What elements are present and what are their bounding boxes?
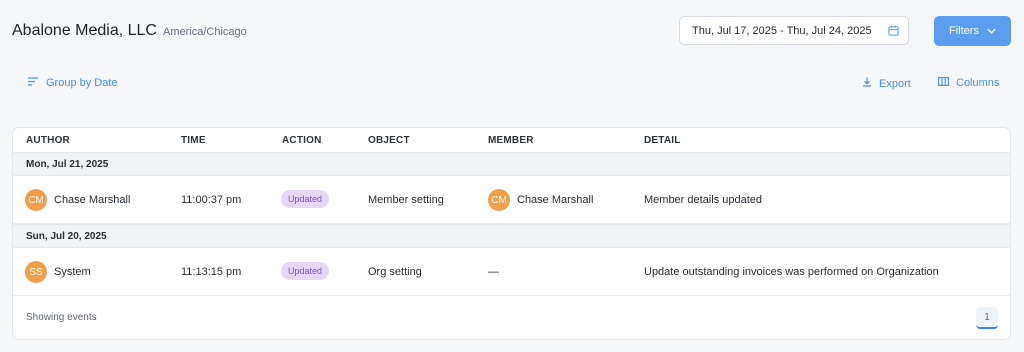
columns-button[interactable]: Columns [938,77,999,89]
showing-events-label: Showing events [26,312,97,323]
column-header-action[interactable]: ACTION [282,135,322,146]
audit-log-table: AUTHOR TIME ACTION OBJECT MEMBER DETAIL … [12,127,1011,340]
author-name: System [54,266,91,278]
date-range-value: Thu, Jul 17, 2025 - Thu, Jul 24, 2025 [692,24,872,37]
table-footer: Showing events 1 [13,296,1010,339]
column-header-author[interactable]: AUTHOR [26,135,70,146]
group-date-label: Mon, Jul 21, 2025 [26,159,109,170]
calendar-icon[interactable] [888,25,899,39]
column-header-time[interactable]: TIME [181,135,206,146]
action-badge: Updated [281,190,330,208]
column-header-member[interactable]: MEMBER [488,135,534,146]
columns-icon [938,77,949,89]
avatar: SS [25,261,47,283]
page-button[interactable]: 1 [976,307,998,329]
avatar: CM [488,189,510,211]
date-group-header: Mon, Jul 21, 2025 [13,152,1010,176]
object-name: Member setting [368,194,444,206]
date-range-picker[interactable]: Thu, Jul 17, 2025 - Thu, Jul 24, 2025 [679,16,909,45]
table-header: AUTHOR TIME ACTION OBJECT MEMBER DETAIL [13,128,1010,153]
export-button[interactable]: Export [862,77,911,90]
date-group-header: Sun, Jul 20, 2025 [13,224,1010,248]
column-header-object[interactable]: OBJECT [368,135,410,146]
group-date-label: Sun, Jul 20, 2025 [26,231,107,242]
table-row[interactable]: SS System 11:13:15 pm Updated Org settin… [13,248,1010,296]
filters-label: Filters [949,25,979,37]
author-name: Chase Marshall [54,194,131,206]
sort-lines-icon [28,77,39,89]
object-name: Org setting [368,266,422,278]
group-by-label: Group by Date [46,77,118,89]
columns-label: Columns [956,77,1000,89]
member-name: Chase Marshall [517,194,594,206]
avatar: CM [25,189,47,211]
event-detail: Update outstanding invoices was performe… [644,266,939,278]
chevron-down-icon [987,25,996,37]
page-title: Abalone Media, LLC [12,22,157,39]
member-name: — [488,266,499,278]
filters-button[interactable]: Filters [934,16,1011,46]
event-time: 11:00:37 pm [181,194,242,206]
event-time: 11:13:15 pm [181,266,242,278]
export-label: Export [879,77,911,90]
group-by-date-button[interactable]: Group by Date [28,77,118,89]
table-row[interactable]: CM Chase Marshall 11:00:37 pm Updated Me… [13,176,1010,224]
action-badge: Updated [281,262,330,280]
download-icon [862,77,872,90]
column-header-detail[interactable]: DETAIL [644,135,681,146]
event-detail: Member details updated [644,194,763,206]
timezone-label: America/Chicago [163,26,247,38]
